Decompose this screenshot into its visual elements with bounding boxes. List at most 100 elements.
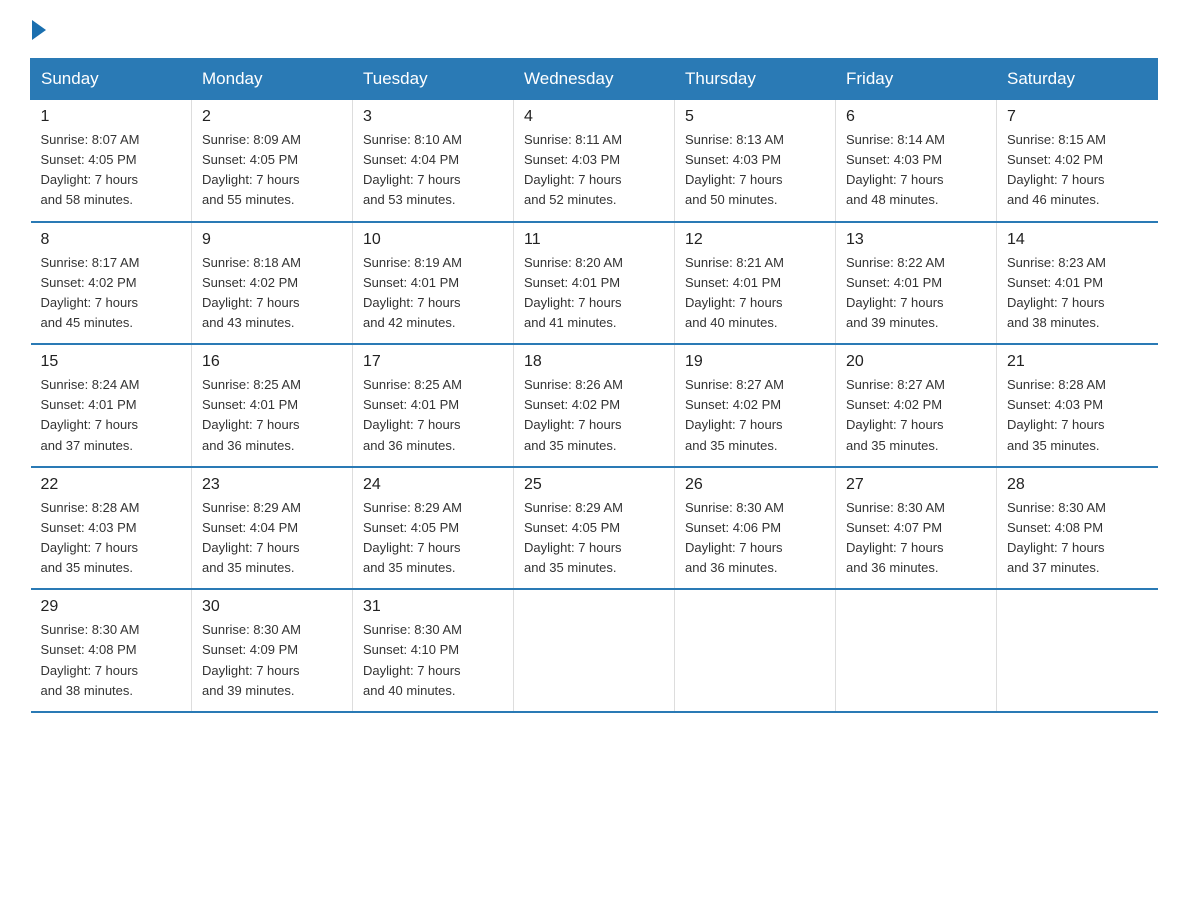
day-number: 14 — [1007, 231, 1148, 249]
calendar-day-cell — [997, 589, 1158, 712]
day-number: 3 — [363, 108, 503, 126]
calendar-day-cell: 4 Sunrise: 8:11 AM Sunset: 4:03 PM Daylig… — [514, 100, 675, 222]
calendar-day-cell: 17 Sunrise: 8:25 AM Sunset: 4:01 PM Dayli… — [353, 344, 514, 467]
day-sun-info: Sunrise: 8:30 AM Sunset: 4:08 PM Dayligh… — [1007, 500, 1106, 575]
day-sun-info: Sunrise: 8:28 AM Sunset: 4:03 PM Dayligh… — [41, 500, 140, 575]
calendar-day-cell: 31 Sunrise: 8:30 AM Sunset: 4:10 PM Dayli… — [353, 589, 514, 712]
day-number: 16 — [202, 353, 342, 371]
day-number: 24 — [363, 476, 503, 494]
calendar-day-cell: 30Sunrise: 8:30 AM Sunset: 4:09 PM Dayli… — [192, 589, 353, 712]
day-number: 19 — [685, 353, 825, 371]
day-sun-info: Sunrise: 8:23 AM Sunset: 4:01 PM Dayligh… — [1007, 255, 1106, 330]
day-sun-info: Sunrise: 8:30 AM Sunset: 4:09 PM Dayligh… — [202, 622, 301, 697]
calendar-day-cell: 1 Sunrise: 8:07 AM Sunset: 4:05 PM Daylig… — [31, 100, 192, 222]
day-number: 29 — [41, 598, 182, 616]
day-number: 1 — [41, 108, 182, 126]
day-number: 23 — [202, 476, 342, 494]
day-sun-info: Sunrise: 8:30 AM Sunset: 4:07 PM Dayligh… — [846, 500, 945, 575]
calendar-week-row: 15Sunrise: 8:24 AM Sunset: 4:01 PM Dayli… — [31, 344, 1158, 467]
day-sun-info: Sunrise: 8:29 AM Sunset: 4:05 PM Dayligh… — [524, 500, 623, 575]
calendar-week-row: 1 Sunrise: 8:07 AM Sunset: 4:05 PM Daylig… — [31, 100, 1158, 222]
calendar-day-cell: 24Sunrise: 8:29 AM Sunset: 4:05 PM Dayli… — [353, 467, 514, 590]
calendar-day-cell: 28 Sunrise: 8:30 AM Sunset: 4:08 PM Dayli… — [997, 467, 1158, 590]
calendar-day-cell: 9Sunrise: 8:18 AM Sunset: 4:02 PM Daylig… — [192, 222, 353, 345]
calendar-day-cell: 10Sunrise: 8:19 AM Sunset: 4:01 PM Dayli… — [353, 222, 514, 345]
day-number: 17 — [363, 353, 503, 371]
day-number: 27 — [846, 476, 986, 494]
calendar-body: 1 Sunrise: 8:07 AM Sunset: 4:05 PM Daylig… — [31, 100, 1158, 712]
day-number: 26 — [685, 476, 825, 494]
day-sun-info: Sunrise: 8:11 AM Sunset: 4:03 PM Dayligh… — [524, 132, 622, 207]
day-number: 4 — [524, 108, 664, 126]
weekday-header-friday: Friday — [836, 59, 997, 100]
day-number: 11 — [524, 231, 664, 249]
calendar-day-cell — [675, 589, 836, 712]
day-sun-info: Sunrise: 8:25 AM Sunset: 4:01 PM Dayligh… — [202, 377, 301, 452]
day-sun-info: Sunrise: 8:28 AM Sunset: 4:03 PM Dayligh… — [1007, 377, 1106, 452]
calendar-day-cell: 20 Sunrise: 8:27 AM Sunset: 4:02 PM Dayli… — [836, 344, 997, 467]
weekday-header-saturday: Saturday — [997, 59, 1158, 100]
day-number: 31 — [363, 598, 503, 616]
calendar-day-cell: 16 Sunrise: 8:25 AM Sunset: 4:01 PM Dayli… — [192, 344, 353, 467]
weekday-header-thursday: Thursday — [675, 59, 836, 100]
calendar-day-cell: 6 Sunrise: 8:14 AM Sunset: 4:03 PM Daylig… — [836, 100, 997, 222]
calendar-day-cell: 12Sunrise: 8:21 AM Sunset: 4:01 PM Dayli… — [675, 222, 836, 345]
day-number: 18 — [524, 353, 664, 371]
day-number: 20 — [846, 353, 986, 371]
day-sun-info: Sunrise: 8:14 AM Sunset: 4:03 PM Dayligh… — [846, 132, 945, 207]
day-sun-info: Sunrise: 8:26 AM Sunset: 4:02 PM Dayligh… — [524, 377, 623, 452]
calendar-day-cell: 26 Sunrise: 8:30 AM Sunset: 4:06 PM Dayli… — [675, 467, 836, 590]
day-sun-info: Sunrise: 8:20 AM Sunset: 4:01 PM Dayligh… — [524, 255, 623, 330]
logo-arrow-icon — [32, 20, 46, 40]
day-number: 2 — [202, 108, 342, 126]
day-sun-info: Sunrise: 8:15 AM Sunset: 4:02 PM Dayligh… — [1007, 132, 1106, 207]
calendar-day-cell: 18 Sunrise: 8:26 AM Sunset: 4:02 PM Dayli… — [514, 344, 675, 467]
weekday-header-sunday: Sunday — [31, 59, 192, 100]
day-number: 5 — [685, 108, 825, 126]
calendar-day-cell: 25 Sunrise: 8:29 AM Sunset: 4:05 PM Dayli… — [514, 467, 675, 590]
calendar-day-cell — [836, 589, 997, 712]
day-number: 28 — [1007, 476, 1148, 494]
day-sun-info: Sunrise: 8:22 AM Sunset: 4:01 PM Dayligh… — [846, 255, 945, 330]
weekday-header-monday: Monday — [192, 59, 353, 100]
day-sun-info: Sunrise: 8:30 AM Sunset: 4:06 PM Dayligh… — [685, 500, 784, 575]
day-number: 9 — [202, 231, 342, 249]
calendar-day-cell: 3 Sunrise: 8:10 AM Sunset: 4:04 PM Daylig… — [353, 100, 514, 222]
calendar-day-cell: 2 Sunrise: 8:09 AM Sunset: 4:05 PM Daylig… — [192, 100, 353, 222]
calendar-day-cell — [514, 589, 675, 712]
day-sun-info: Sunrise: 8:30 AM Sunset: 4:08 PM Dayligh… — [41, 622, 140, 697]
day-sun-info: Sunrise: 8:19 AM Sunset: 4:01 PM Dayligh… — [363, 255, 462, 330]
day-number: 22 — [41, 476, 182, 494]
calendar-day-cell: 27 Sunrise: 8:30 AM Sunset: 4:07 PM Dayli… — [836, 467, 997, 590]
day-number: 8 — [41, 231, 182, 249]
weekday-header-tuesday: Tuesday — [353, 59, 514, 100]
calendar-day-cell: 19 Sunrise: 8:27 AM Sunset: 4:02 PM Dayli… — [675, 344, 836, 467]
day-sun-info: Sunrise: 8:10 AM Sunset: 4:04 PM Dayligh… — [363, 132, 462, 207]
day-number: 7 — [1007, 108, 1148, 126]
calendar-table: SundayMondayTuesdayWednesdayThursdayFrid… — [30, 58, 1158, 713]
day-sun-info: Sunrise: 8:07 AM Sunset: 4:05 PM Dayligh… — [41, 132, 140, 207]
day-sun-info: Sunrise: 8:09 AM Sunset: 4:05 PM Dayligh… — [202, 132, 301, 207]
day-sun-info: Sunrise: 8:24 AM Sunset: 4:01 PM Dayligh… — [41, 377, 140, 452]
day-sun-info: Sunrise: 8:27 AM Sunset: 4:02 PM Dayligh… — [846, 377, 945, 452]
day-sun-info: Sunrise: 8:21 AM Sunset: 4:01 PM Dayligh… — [685, 255, 784, 330]
weekday-header-wednesday: Wednesday — [514, 59, 675, 100]
calendar-day-cell: 11 Sunrise: 8:20 AM Sunset: 4:01 PM Dayli… — [514, 222, 675, 345]
day-sun-info: Sunrise: 8:27 AM Sunset: 4:02 PM Dayligh… — [685, 377, 784, 452]
calendar-day-cell: 23Sunrise: 8:29 AM Sunset: 4:04 PM Dayli… — [192, 467, 353, 590]
calendar-day-cell: 29 Sunrise: 8:30 AM Sunset: 4:08 PM Dayli… — [31, 589, 192, 712]
day-sun-info: Sunrise: 8:17 AM Sunset: 4:02 PM Dayligh… — [41, 255, 140, 330]
day-number: 25 — [524, 476, 664, 494]
day-sun-info: Sunrise: 8:30 AM Sunset: 4:10 PM Dayligh… — [363, 622, 462, 697]
day-number: 13 — [846, 231, 986, 249]
day-number: 21 — [1007, 353, 1148, 371]
day-number: 6 — [846, 108, 986, 126]
day-sun-info: Sunrise: 8:25 AM Sunset: 4:01 PM Dayligh… — [363, 377, 462, 452]
calendar-day-cell: 13 Sunrise: 8:22 AM Sunset: 4:01 PM Dayli… — [836, 222, 997, 345]
calendar-day-cell: 21 Sunrise: 8:28 AM Sunset: 4:03 PM Dayli… — [997, 344, 1158, 467]
calendar-header: SundayMondayTuesdayWednesdayThursdayFrid… — [31, 59, 1158, 100]
calendar-day-cell: 5Sunrise: 8:13 AM Sunset: 4:03 PM Daylig… — [675, 100, 836, 222]
calendar-day-cell: 22 Sunrise: 8:28 AM Sunset: 4:03 PM Dayli… — [31, 467, 192, 590]
logo — [30, 20, 46, 38]
page-header — [30, 20, 1158, 38]
